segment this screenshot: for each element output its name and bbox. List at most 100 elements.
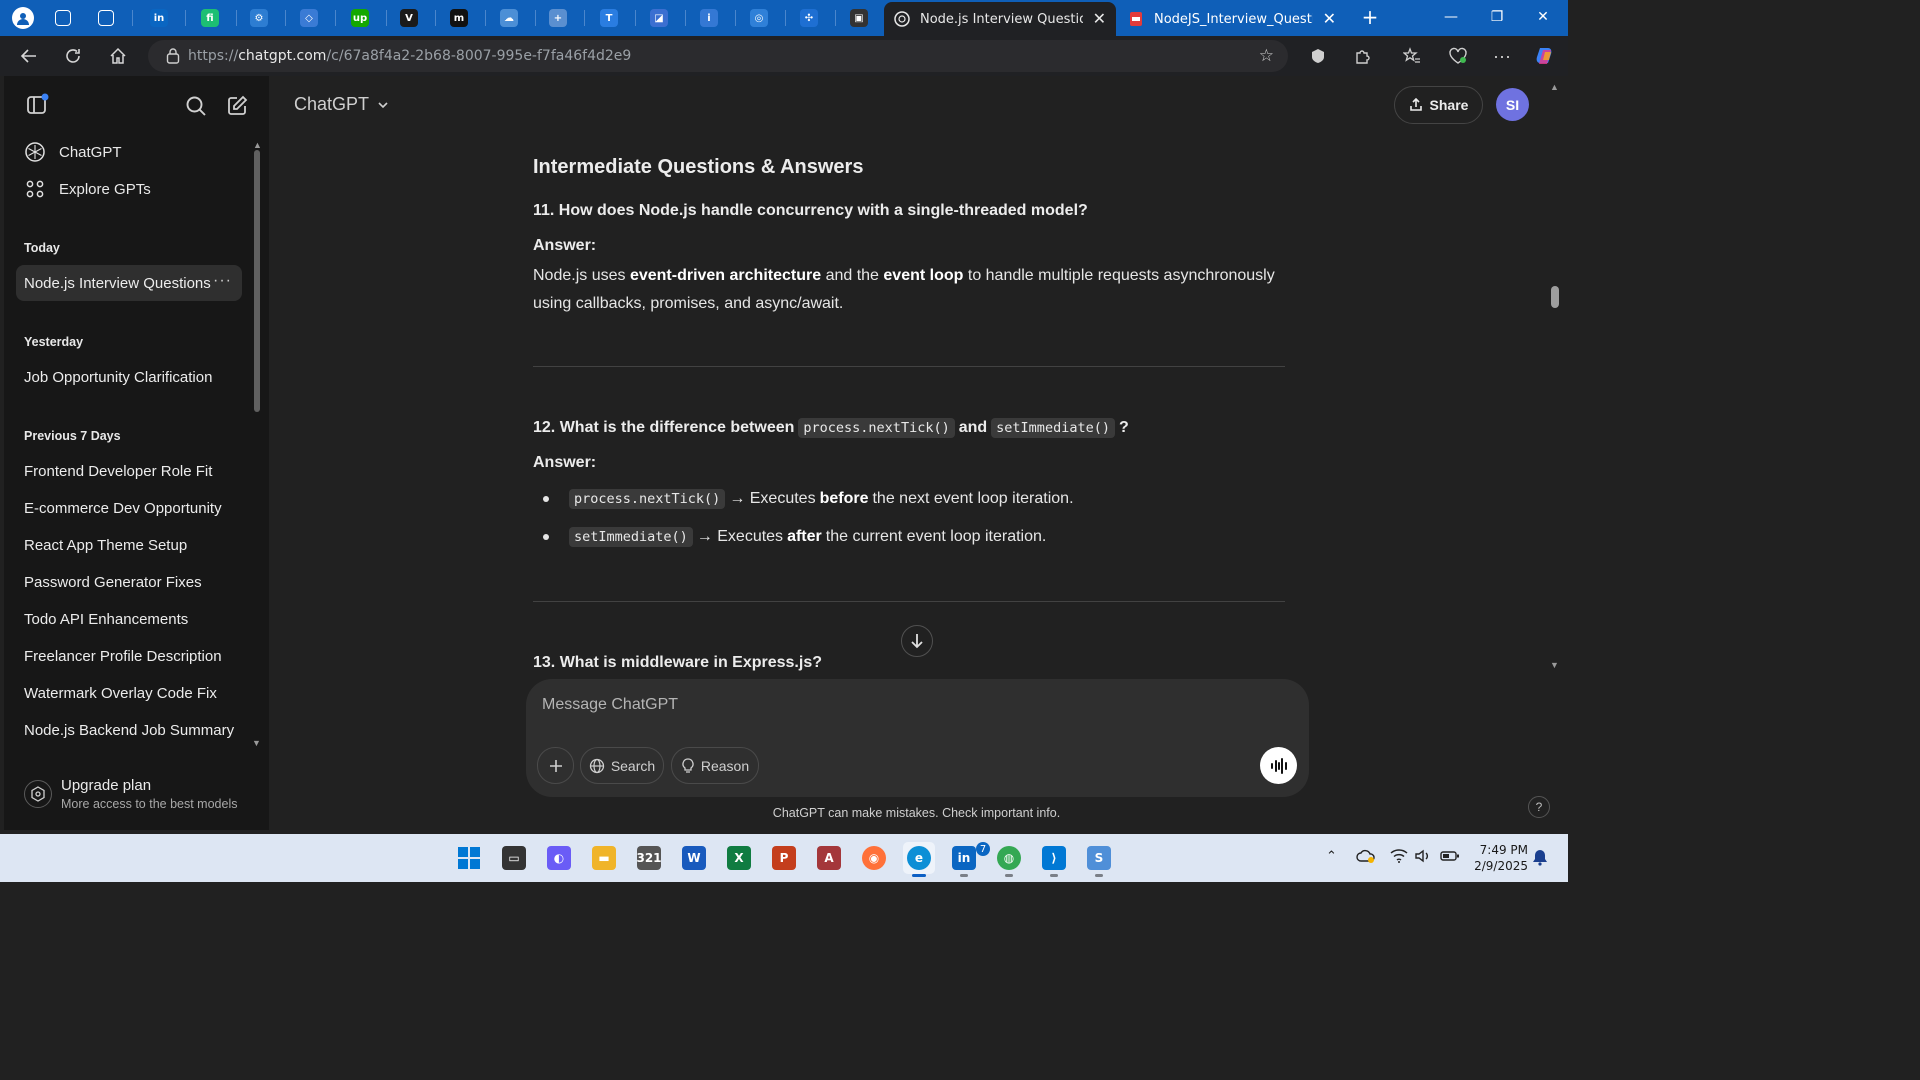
history-item[interactable]: Todo API Enhancements bbox=[16, 601, 242, 637]
history-item[interactable]: Password Generator Fixes bbox=[16, 564, 242, 600]
system-clock[interactable]: 7:49 PM 2/9/2025 bbox=[1468, 842, 1528, 874]
message-composer[interactable]: Message ChatGPT Search Reason bbox=[526, 679, 1309, 797]
close-tab-icon[interactable]: ✕ bbox=[1093, 11, 1106, 27]
powerpoint-app[interactable]: P bbox=[768, 842, 800, 874]
restore-button[interactable]: ❐ bbox=[1474, 0, 1520, 34]
back-button[interactable] bbox=[14, 42, 44, 70]
history-item[interactable]: Node.js Backend Job Summary bbox=[16, 712, 242, 748]
vector-tab[interactable]: ◇ bbox=[294, 4, 324, 32]
favorite-star-icon[interactable]: ☆ bbox=[1259, 46, 1274, 66]
history-item-label: React App Theme Setup bbox=[24, 536, 188, 554]
share-button[interactable]: Share bbox=[1394, 86, 1483, 124]
access-app[interactable]: A bbox=[813, 842, 845, 874]
search-button[interactable]: Search bbox=[580, 747, 664, 784]
scroll-to-bottom-button[interactable] bbox=[901, 625, 933, 657]
sidebar-scrollbar[interactable] bbox=[254, 150, 260, 412]
workspaces-tab[interactable] bbox=[48, 4, 78, 32]
battery-icon[interactable] bbox=[1440, 848, 1460, 869]
linkedin-tab[interactable]: in bbox=[144, 4, 174, 32]
medium-tab[interactable]: m bbox=[444, 4, 474, 32]
copilot-app[interactable]: ◐ bbox=[543, 842, 575, 874]
show-hidden-icons[interactable]: ⌃ bbox=[1326, 848, 1337, 864]
chrome-app[interactable]: ◍ bbox=[993, 842, 1025, 877]
browser-essentials-icon[interactable] bbox=[1443, 42, 1473, 70]
new-tab-button[interactable]: + bbox=[1354, 0, 1386, 34]
split-tab[interactable] bbox=[91, 4, 121, 32]
history-item-label: Freelancer Profile Description bbox=[24, 647, 222, 665]
new-chat-icon[interactable] bbox=[223, 92, 251, 120]
cloud-tab[interactable]: ☁ bbox=[494, 4, 524, 32]
toggle-sidebar-icon[interactable] bbox=[24, 92, 50, 118]
settings-tab[interactable]: ⚙ bbox=[244, 4, 274, 32]
history-item-selected[interactable]: Node.js Interview Questions ··· bbox=[16, 265, 242, 301]
sidebar-item-explore-gpts[interactable]: Explore GPTs bbox=[16, 171, 242, 207]
start-button[interactable] bbox=[453, 842, 485, 874]
copilot-icon[interactable] bbox=[1530, 42, 1560, 70]
plus-tab[interactable]: + bbox=[543, 4, 573, 32]
calendar-app[interactable]: 321 bbox=[633, 842, 665, 874]
reason-button[interactable]: Reason bbox=[671, 747, 759, 784]
scroll-down-arrow-icon[interactable]: ▼ bbox=[252, 738, 261, 748]
main-scroll-up-icon[interactable]: ▲ bbox=[1550, 82, 1559, 92]
excel-app[interactable]: X bbox=[723, 842, 755, 874]
upgrade-plan-button[interactable]: Upgrade plan More access to the best mod… bbox=[24, 776, 254, 816]
main-scroll-down-icon[interactable]: ▼ bbox=[1550, 660, 1559, 670]
s-app[interactable]: S bbox=[1083, 842, 1115, 877]
circle-tab[interactable]: ◎ bbox=[744, 4, 774, 32]
tp-tab[interactable]: T bbox=[594, 4, 624, 32]
vertex-tab[interactable]: V bbox=[394, 4, 424, 32]
vscode-app[interactable]: ⟩ bbox=[1038, 842, 1070, 877]
settings-icon: ⚙ bbox=[250, 9, 268, 27]
history-item[interactable]: Job Opportunity Clarification bbox=[16, 359, 242, 395]
tab-nodejs-interview-questions[interactable]: Node.js Interview Questions ✕ bbox=[884, 2, 1116, 36]
nodes-tab[interactable]: ✣ bbox=[794, 4, 824, 32]
word-app[interactable]: W bbox=[678, 842, 710, 874]
dark-tab[interactable]: ▣ bbox=[844, 4, 874, 32]
help-icon[interactable]: ? bbox=[1528, 796, 1550, 818]
onedrive-icon[interactable] bbox=[1356, 848, 1376, 869]
history-item[interactable]: React App Theme Setup bbox=[16, 527, 242, 563]
main-scrollbar[interactable] bbox=[1551, 286, 1559, 308]
extensions-puzzle-icon[interactable] bbox=[1348, 42, 1378, 70]
history-item[interactable]: Frontend Developer Role Fit bbox=[16, 453, 242, 489]
home-button[interactable] bbox=[103, 42, 133, 70]
voice-mode-button[interactable] bbox=[1260, 747, 1297, 784]
more-menu-icon[interactable]: ··· bbox=[1487, 42, 1517, 70]
volume-icon[interactable] bbox=[1414, 848, 1432, 869]
close-tab-icon[interactable]: ✕ bbox=[1323, 11, 1336, 27]
wifi-icon[interactable] bbox=[1390, 848, 1408, 869]
firefox-app[interactable]: ◉ bbox=[858, 842, 890, 874]
message-input[interactable]: Message ChatGPT bbox=[542, 696, 678, 714]
openai-icon bbox=[24, 141, 46, 163]
tab-nodejs-pdf[interactable]: NodeJS_Interview_Questions.pdf ✕ bbox=[1118, 2, 1346, 36]
favorites-icon[interactable] bbox=[1397, 42, 1427, 70]
history-item[interactable]: Watermark Overlay Code Fix bbox=[16, 675, 242, 711]
openai-icon bbox=[894, 11, 910, 27]
shape-tab[interactable]: ◪ bbox=[644, 4, 674, 32]
avatar[interactable]: SI bbox=[1496, 88, 1529, 121]
address-toolbar: https://chatgpt.com/c/67a8f4a2-2b68-8007… bbox=[0, 36, 1568, 76]
site-info-icon[interactable] bbox=[166, 48, 180, 64]
address-bar[interactable]: https://chatgpt.com/c/67a8f4a2-2b68-8007… bbox=[148, 40, 1288, 72]
sidebar-item-chatgpt[interactable]: ChatGPT bbox=[16, 134, 242, 170]
notification-bell-icon[interactable] bbox=[1532, 848, 1548, 871]
edge-app[interactable]: e bbox=[903, 842, 935, 877]
upwork-tab[interactable]: up bbox=[345, 4, 375, 32]
model-selector[interactable]: ChatGPT bbox=[294, 94, 389, 115]
fiverr-tab[interactable]: fi bbox=[195, 4, 225, 32]
minimize-button[interactable]: — bbox=[1428, 0, 1474, 34]
more-options-icon[interactable]: ··· bbox=[213, 272, 232, 290]
copilot-tab[interactable] bbox=[8, 4, 38, 32]
running-indicator bbox=[912, 874, 926, 877]
history-item[interactable]: Freelancer Profile Description bbox=[16, 638, 242, 674]
attach-button[interactable] bbox=[537, 747, 574, 784]
extension-shield-icon[interactable] bbox=[1303, 42, 1333, 70]
scroll-up-arrow-icon[interactable]: ▲ bbox=[253, 140, 262, 150]
task-view[interactable]: ▭ bbox=[498, 842, 530, 874]
search-icon[interactable] bbox=[182, 92, 210, 120]
file-explorer[interactable]: ▬ bbox=[588, 842, 620, 874]
info-tab[interactable]: i bbox=[694, 4, 724, 32]
history-item[interactable]: E-commerce Dev Opportunity bbox=[16, 490, 242, 526]
close-window-button[interactable]: ✕ bbox=[1520, 0, 1566, 34]
reload-button[interactable] bbox=[58, 42, 88, 70]
